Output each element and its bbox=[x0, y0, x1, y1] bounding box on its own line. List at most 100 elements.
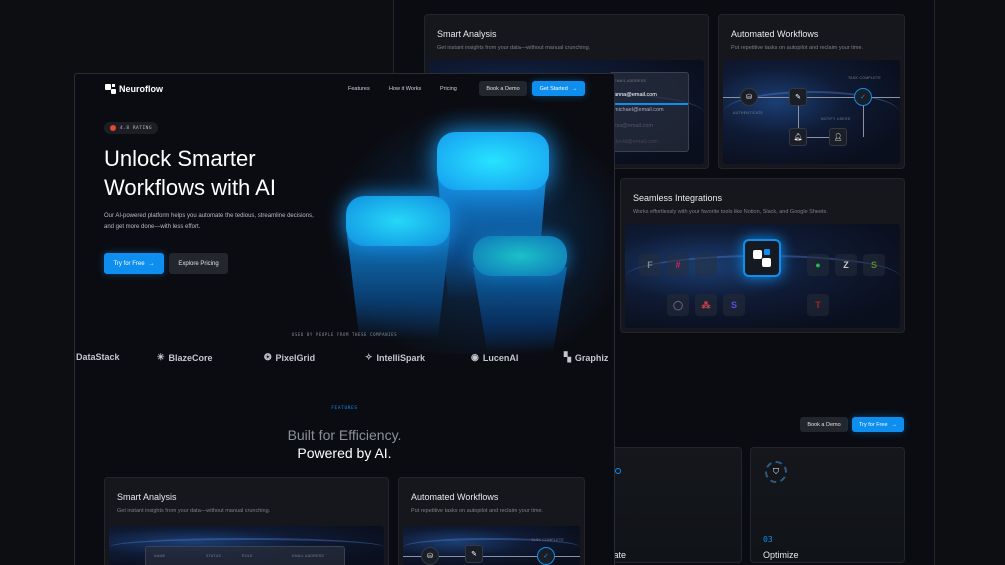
hero-title: Unlock Smarter Workflows with AI bbox=[104, 144, 276, 202]
explore-pricing-button[interactable]: Explore Pricing bbox=[169, 253, 228, 274]
card-title: Automated Workflows bbox=[411, 492, 499, 502]
rating-text: 4.8 RATING bbox=[120, 125, 153, 131]
email-cell: david@email.com bbox=[614, 139, 658, 145]
card-title: Seamless Integrations bbox=[633, 193, 723, 203]
company-logo: ❂ PixelGrid bbox=[264, 352, 315, 363]
grid-circle-icon: ❂ bbox=[264, 352, 272, 362]
company-logo: DataStack bbox=[76, 352, 120, 362]
table-illustration: NAME STATUS ROLE EMAIL ADDRESS bbox=[109, 526, 384, 565]
tesla-icon: T bbox=[807, 294, 829, 316]
card-title: Smart Analysis bbox=[117, 492, 177, 502]
description-line: and get more done—with less effort. bbox=[104, 223, 201, 230]
arrow-right-icon: → bbox=[891, 421, 898, 428]
try-free-button[interactable]: Try for Free → bbox=[852, 417, 904, 432]
user-check-icon: 👤︎ bbox=[829, 128, 847, 146]
card-title: Smart Analysis bbox=[437, 29, 497, 39]
try-free-button[interactable]: Try for Free → bbox=[104, 253, 164, 274]
feature-card-automated-workflows: Automated Workflows Put repetitive tasks… bbox=[398, 477, 585, 565]
brand-name: Neuroflow bbox=[119, 84, 163, 94]
step-label: NOTIFY USERS bbox=[821, 117, 851, 121]
landing-page: Neuroflow Features How it Works Pricing … bbox=[74, 73, 615, 565]
column-header: ROLE bbox=[242, 554, 253, 558]
card-description: Put repetitive tasks on autopilot and re… bbox=[411, 508, 544, 514]
framer-icon: F bbox=[639, 254, 661, 276]
company-name: BlazeCore bbox=[168, 352, 213, 363]
button-label: Get Started bbox=[539, 85, 568, 92]
pencil-icon: ✎ bbox=[465, 545, 483, 563]
star-icon: ✧ bbox=[365, 352, 373, 362]
company-logo: ▚ Graphiz bbox=[564, 352, 608, 363]
step-icon bbox=[615, 468, 621, 474]
card-description: Put repetitive tasks on autopilot and re… bbox=[731, 45, 864, 51]
integrations-illustration: F # ● Z S ◯ ⁂ S T bbox=[625, 224, 900, 328]
graph-icon: ▚ bbox=[564, 352, 571, 362]
nav-pricing[interactable]: Pricing bbox=[440, 86, 457, 92]
workflow-illustration: ⛁ ✎ ✓ 🔔︎ 👤︎ AUTHENTICATE NOTIFY USERS TA… bbox=[723, 60, 900, 164]
zendesk-icon: Z bbox=[835, 254, 857, 276]
hero-title-line: Unlock Smarter bbox=[104, 146, 256, 171]
feature-card-integrations: Seamless Integrations Works effortlessly… bbox=[620, 178, 905, 333]
book-demo-button[interactable]: Book a Demo bbox=[800, 417, 848, 432]
features-eyebrow: FEATURES bbox=[331, 406, 358, 411]
card-description: Works effortlessly with your favorite to… bbox=[633, 209, 828, 215]
step-label: AUTHENTICATE bbox=[733, 111, 764, 115]
neuroflow-logo-icon bbox=[743, 239, 781, 277]
column-header: NAME bbox=[154, 554, 166, 558]
step-card: omate bbox=[594, 447, 742, 563]
step-title: Optimize bbox=[763, 550, 799, 560]
button-label: Try for Free bbox=[858, 421, 888, 428]
description-line: Our AI-powered platform helps you automa… bbox=[104, 213, 314, 219]
brand-logo[interactable]: Neuroflow bbox=[105, 84, 163, 94]
check-icon: ✓ bbox=[854, 88, 872, 106]
card-description: Get instant insights from your data—with… bbox=[117, 508, 271, 514]
get-started-button[interactable]: Get Started → bbox=[532, 81, 585, 96]
company-name: PixelGrid bbox=[275, 352, 316, 363]
hero-description: Our AI-powered platform helps you automa… bbox=[104, 211, 314, 232]
rating-badge: 4.8 RATING bbox=[104, 122, 159, 134]
company-name: IntelliSpark bbox=[376, 352, 426, 363]
slack-icon: # bbox=[667, 254, 689, 276]
bell-icon: 🔔︎ bbox=[789, 128, 807, 146]
card-title: Automated Workflows bbox=[731, 29, 819, 39]
workflow-illustration: ⛁ ✎ ✓ TASK COMPLETE bbox=[403, 526, 580, 565]
shopify-icon: S bbox=[863, 254, 885, 276]
arrow-right-icon: → bbox=[571, 85, 578, 92]
step-number: 03 bbox=[763, 535, 773, 544]
features-title: Built for Efficiency. Powered by AI. bbox=[75, 426, 614, 462]
book-demo-button[interactable]: Book a Demo bbox=[479, 81, 527, 96]
step-card-optimize: ⛉ 03 Optimize bbox=[750, 447, 905, 563]
nav-how-it-works[interactable]: How it Works bbox=[389, 86, 421, 92]
database-icon: ⛁ bbox=[740, 88, 758, 106]
column-header: EMAIL ADDRESS bbox=[292, 554, 324, 558]
column-header: STATUS bbox=[206, 554, 222, 558]
sparkle-icon: ✳ bbox=[157, 352, 165, 362]
product-hunt-icon bbox=[110, 125, 116, 131]
database-icon: ⛁ bbox=[421, 547, 439, 565]
company-logo: ◉ LucenAI bbox=[471, 352, 518, 363]
features-title-line: Powered by AI. bbox=[297, 445, 392, 461]
email-cell: anna@email.com bbox=[614, 92, 657, 98]
feature-card-automated-workflows: Automated Workflows Put repetitive tasks… bbox=[718, 14, 905, 169]
companies-heading: USED BY PEOPLE FROM THESE COMPANIES bbox=[291, 332, 398, 337]
features-title-line: Built for Efficiency. bbox=[287, 427, 402, 443]
company-logo: ✳ BlazeCore bbox=[157, 352, 213, 363]
arrow-right-icon: → bbox=[148, 260, 155, 267]
spotify-icon: ● bbox=[807, 254, 829, 276]
hero-title-line: Workflows with AI bbox=[104, 175, 276, 200]
button-label: Try for Free bbox=[113, 260, 145, 267]
card-description: Get instant insights from your data—with… bbox=[437, 45, 591, 51]
company-name: DataStack bbox=[76, 352, 120, 362]
github-icon: ◯ bbox=[667, 294, 689, 316]
company-name: Graphiz bbox=[574, 352, 609, 363]
pencil-icon: ✎ bbox=[789, 88, 807, 106]
step-label: TASK COMPLETE bbox=[848, 76, 882, 80]
email-cell: lisa@email.com bbox=[614, 123, 653, 129]
stripe-icon: S bbox=[723, 294, 745, 316]
nav-features[interactable]: Features bbox=[348, 86, 370, 92]
check-icon: ✓ bbox=[537, 547, 555, 565]
company-logo: ✧ IntelliSpark bbox=[365, 352, 425, 363]
circle-logo-icon: ◉ bbox=[471, 352, 479, 362]
asana-icon: ⁂ bbox=[695, 294, 717, 316]
feature-card-smart-analysis: Smart Analysis Get instant insights from… bbox=[104, 477, 389, 565]
email-cell: michael@email.com bbox=[614, 107, 664, 113]
